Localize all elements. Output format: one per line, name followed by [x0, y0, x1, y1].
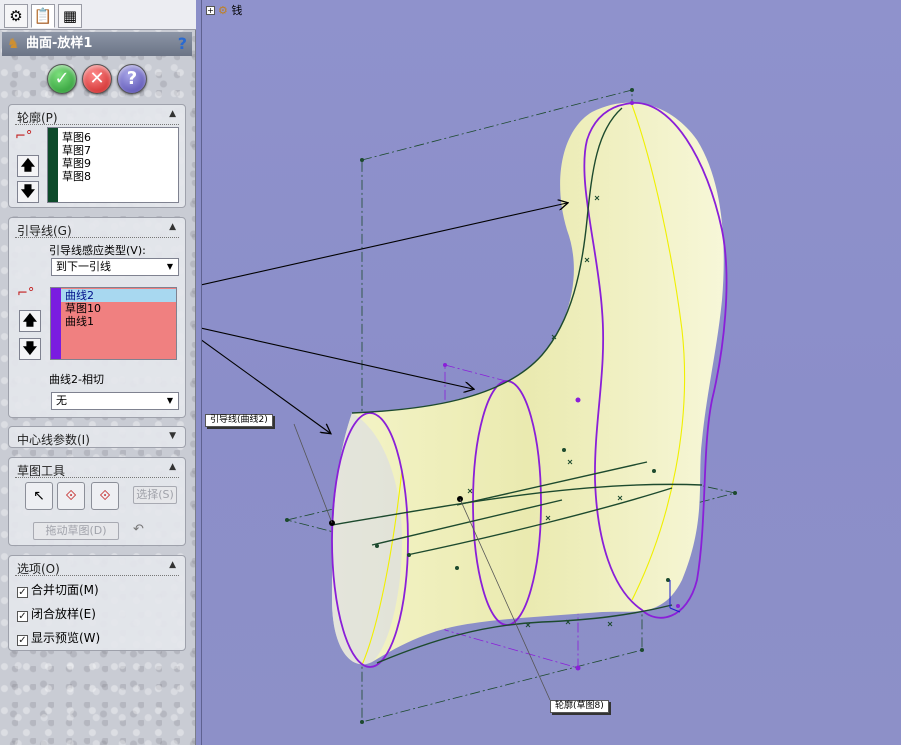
guide-selection-icon: ⌐° [17, 286, 35, 301]
arrow-up-icon: 🡅 [20, 158, 36, 174]
tangency-label: 曲线2-相切 [49, 373, 104, 386]
guide-move-up-button[interactable]: 🡅 [19, 310, 41, 332]
profile-callout[interactable]: 轮廓(草图8) [550, 700, 609, 713]
feature-title: 曲面-放样1 [26, 36, 93, 51]
group-divider [15, 477, 179, 478]
close-icon: ✕ [89, 68, 105, 89]
guide-influence-value: 到下一引线 [56, 260, 111, 273]
graphics-area[interactable]: + ⚙ 钱 引导线(曲线2) 轮廓(草图8) [201, 0, 901, 745]
profiles-list[interactable]: 草图6 草图7 草图9 草图8 [47, 127, 179, 203]
expand-caret-icon[interactable]: ▼ [169, 431, 176, 441]
feature-manager-tab[interactable]: ⚙ [4, 4, 28, 28]
chevron-down-icon: ▼ [166, 262, 174, 271]
feature-tree-icon: ⚙ [9, 7, 23, 25]
sketch-point-tool-button[interactable]: ⟐ [91, 482, 119, 510]
checkbox-label: 闭合放样(E) [31, 607, 96, 621]
pointer-icon: ↖ [33, 488, 45, 504]
drag-sketch-tool-button[interactable]: ⟐ [57, 482, 85, 510]
list-item[interactable]: 草图7 [62, 144, 91, 157]
list-item[interactable]: 草图6 [62, 131, 91, 144]
undo-icon[interactable]: ↶ [133, 522, 144, 537]
checkmark-icon: ✓ [54, 68, 70, 89]
sketch-drag-icon: ⟐ [65, 488, 77, 504]
select-pointer-button[interactable]: ↖ [25, 482, 53, 510]
feature-title-bar: ♞ 曲面-放样1 ? [2, 32, 192, 56]
centerline-header[interactable]: 中心线参数(I) [17, 431, 90, 448]
config-manager-tab[interactable]: ▦ [58, 4, 82, 28]
help-button[interactable]: ? [117, 64, 147, 94]
tangency-value: 无 [56, 394, 67, 407]
group-divider [15, 575, 179, 576]
move-down-button[interactable]: 🡇 [17, 181, 39, 203]
cancel-button[interactable]: ✕ [82, 64, 112, 94]
list-item[interactable]: 草图10 [65, 302, 101, 315]
collapse-caret-icon[interactable]: ▲ [169, 222, 176, 232]
arrow-down-icon: 🡇 [22, 341, 38, 357]
profile-selection-icon: ⌐° [15, 129, 33, 144]
arrow-down-icon: 🡇 [20, 184, 36, 200]
ok-button[interactable]: ✓ [47, 64, 77, 94]
list-item[interactable]: 曲线1 [65, 315, 94, 328]
tangency-select[interactable]: 无 ▼ [51, 392, 179, 410]
merge-tangent-faces-checkbox[interactable]: ✓ 合并切面(M) [17, 581, 99, 598]
checkbox-check-icon: ✓ [17, 635, 28, 646]
checkbox-label: 合并切面(M) [31, 583, 99, 597]
list-item[interactable]: 草图8 [62, 170, 91, 183]
group-divider [15, 237, 179, 238]
guide-influence-label: 引导线感应类型(V): [49, 244, 146, 257]
guide-curves-list[interactable]: 曲线2 草图10 曲线1 [50, 287, 177, 360]
help-question-icon[interactable]: ? [178, 32, 187, 56]
guide-curve-callout[interactable]: 引导线(曲线2) [205, 414, 273, 427]
checkbox-check-icon: ✓ [17, 587, 28, 598]
close-loft-checkbox[interactable]: ✓ 闭合放样(E) [17, 605, 96, 622]
list-item[interactable]: 曲线2 [65, 289, 94, 302]
drag-sketch-button[interactable]: 拖动草图(D) [33, 522, 119, 540]
question-icon: ? [126, 68, 138, 89]
guide-curves-group: 引导线(G) ▲ 引导线感应类型(V): 到下一引线 ▼ ⌐° 🡅 🡇 曲线2 … [8, 217, 186, 418]
chevron-down-icon: ▼ [166, 396, 174, 405]
centerline-group: 中心线参数(I) ▼ [8, 426, 186, 448]
property-manager-panel: ⚙ 📋 ▦ ♞ 曲面-放样1 ? ✓ ✕ ? 轮廓(P) ▲ ⌐° 🡅 🡇 草图… [0, 0, 196, 745]
guide-influence-select[interactable]: 到下一引线 ▼ [51, 258, 179, 276]
collapse-caret-icon[interactable]: ▲ [169, 462, 176, 472]
collapse-caret-icon[interactable]: ▲ [169, 560, 176, 570]
profiles-color-bar [48, 128, 58, 202]
move-up-button[interactable]: 🡅 [17, 155, 39, 177]
property-sheet-icon: 📋 [33, 7, 53, 25]
checkbox-label: 显示预览(W) [31, 631, 101, 645]
collapse-caret-icon[interactable]: ▲ [169, 109, 176, 119]
guide-move-down-button[interactable]: 🡇 [19, 338, 41, 360]
loft-feature-icon: ♞ [7, 36, 20, 52]
sketch-point-icon: ⟐ [99, 488, 111, 504]
guides-color-bar [51, 288, 61, 359]
group-divider [15, 124, 179, 125]
configuration-icon: ▦ [62, 7, 78, 25]
profiles-group: 轮廓(P) ▲ ⌐° 🡅 🡇 草图6 草图7 草图9 草图8 [8, 104, 186, 208]
property-manager-tab[interactable]: 📋 [31, 4, 55, 28]
select-button[interactable]: 选择(S) [133, 486, 177, 504]
checkbox-check-icon: ✓ [17, 611, 28, 622]
show-preview-checkbox[interactable]: ✓ 显示预览(W) [17, 629, 100, 646]
options-group: 选项(O) ▲ ✓ 合并切面(M) ✓ 闭合放样(E) ✓ 显示预览(W) [8, 555, 186, 651]
arrow-up-icon: 🡅 [22, 313, 38, 329]
sketch-tools-group: 草图工具 ▲ ↖ ⟐ ⟐ 选择(S) 拖动草图(D) ↶ [8, 457, 186, 546]
loft-scene[interactable] [202, 0, 901, 745]
panel-tab-strip: ⚙ 📋 ▦ [0, 0, 196, 30]
list-item[interactable]: 草图9 [62, 157, 91, 170]
